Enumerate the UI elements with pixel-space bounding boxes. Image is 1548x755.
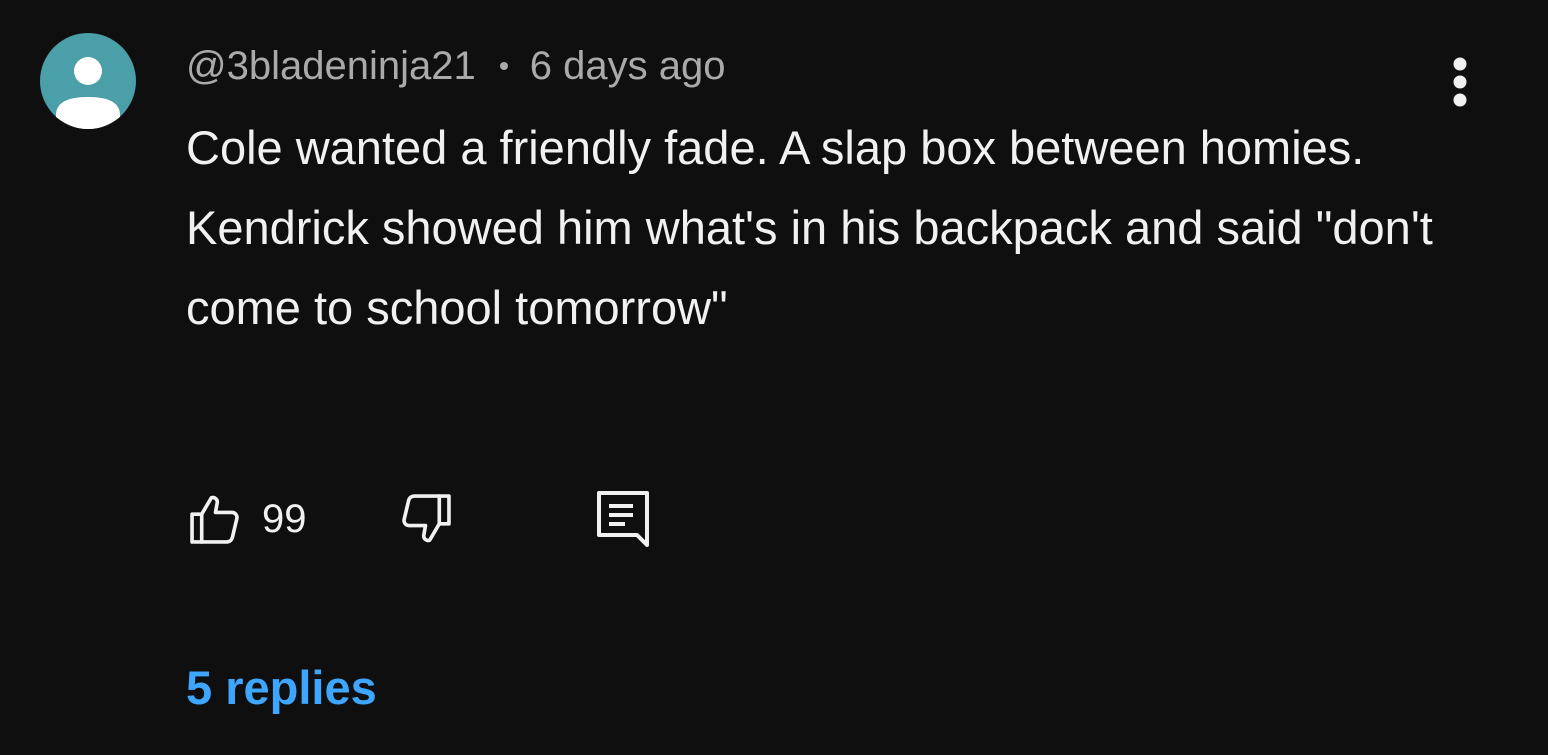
comment-thread: @3bladeninja21 6 days ago Cole wanted a … bbox=[0, 0, 1548, 755]
reply-button[interactable] bbox=[595, 488, 651, 550]
dislike-button[interactable] bbox=[397, 488, 455, 550]
more-options-button[interactable] bbox=[1434, 52, 1486, 112]
separator-dot bbox=[499, 62, 508, 70]
avatar[interactable] bbox=[40, 33, 136, 129]
more-vert-icon bbox=[1453, 57, 1467, 107]
thumb-up-icon bbox=[190, 495, 239, 544]
author-name[interactable]: @3bladeninja21 bbox=[186, 44, 476, 89]
like-count: 99 bbox=[262, 496, 307, 541]
comment-text: Cole wanted a friendly fade. A slap box … bbox=[186, 121, 1433, 334]
comment-reply-icon bbox=[596, 491, 649, 547]
comment-timestamp[interactable]: 6 days ago bbox=[530, 44, 726, 89]
view-replies-link[interactable]: 5 replies bbox=[186, 660, 377, 715]
comment-actions: 99 bbox=[186, 488, 651, 550]
default-avatar-icon bbox=[56, 57, 120, 129]
like-button[interactable]: 99 bbox=[186, 488, 307, 550]
comment-header: @3bladeninja21 6 days ago bbox=[186, 40, 725, 92]
thumb-down-icon bbox=[401, 494, 451, 543]
